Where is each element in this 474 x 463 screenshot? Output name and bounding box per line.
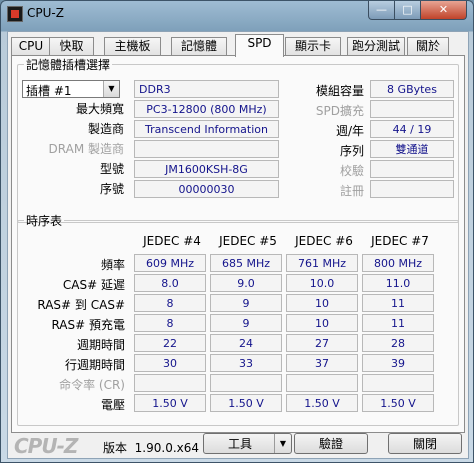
tools-label: 工具: [227, 437, 252, 451]
tab-cpu[interactable]: CPU: [11, 37, 51, 56]
timing-cell: [210, 374, 282, 392]
max-bandwidth-label: 最大頻寬: [75, 102, 124, 116]
timing-row-label: RAS# 到 CAS#: [37, 298, 125, 312]
registered-label: 註冊: [339, 184, 364, 198]
week-year-label: 週/年: [335, 124, 364, 138]
timing-cell: 11: [362, 294, 434, 312]
spd-panel: 記憶體插槽選擇 插槽 #1 ▼ DDR3 最大頻寬 製造商 DRAM 製造商 型…: [11, 55, 465, 433]
jedec-col-header: JEDEC #5: [219, 234, 277, 248]
timing-cell: 8: [134, 294, 206, 312]
tab-mainboard[interactable]: 主機板: [104, 37, 161, 56]
timing-cell: 27: [286, 334, 358, 352]
timing-cell: 28: [362, 334, 434, 352]
serial-number-label: 序號: [99, 182, 124, 196]
minimize-button[interactable]: —: [368, 1, 395, 20]
tab-bench[interactable]: 跑分測試: [347, 37, 405, 56]
version-text: 版本 1.90.0.x64: [103, 439, 199, 456]
timing-cell: 39: [362, 354, 434, 372]
timing-row-label: RAS# 預充電: [51, 318, 125, 332]
close-button[interactable]: 關閉: [388, 433, 462, 454]
dram-manufacturer-value: [134, 140, 279, 158]
timing-cell: 24: [210, 334, 282, 352]
timing-cell: 1.50 V: [362, 394, 434, 412]
timing-cell: 10: [286, 314, 358, 332]
jedec-col-header: JEDEC #4: [143, 234, 201, 248]
part-number-value: JM1600KSH-8G: [134, 160, 279, 178]
cpuz-app-icon: [7, 6, 23, 22]
timings-legend: 時序表: [26, 214, 63, 228]
timing-row-label: 命令率 (CR): [59, 378, 125, 392]
registered-value: [370, 180, 454, 198]
timing-cell: 9.0: [210, 274, 282, 292]
timing-cell: 33: [210, 354, 282, 372]
max-bandwidth-value: PC3-12800 (800 MHz): [134, 100, 279, 118]
part-number-label: 型號: [99, 162, 124, 176]
timing-cell: [134, 374, 206, 392]
version-label: 版本: [103, 441, 128, 455]
timing-cell: [362, 374, 434, 392]
cpuz-window: CPU-Z — □ ✕ CPU 快取 主機板 記憶體 SPD 顯示卡 跑分測試 …: [0, 0, 474, 463]
chevron-down-icon[interactable]: ▼: [103, 81, 119, 97]
week-year-value: 44 / 19: [370, 120, 454, 138]
timing-row-label: 行週期時間: [64, 358, 125, 372]
correction-label: 校驗: [339, 164, 364, 178]
timing-cell: 1.50 V: [286, 394, 358, 412]
timing-row-label: 週期時間: [76, 338, 125, 352]
jedec-col-header: JEDEC #6: [295, 234, 353, 248]
timing-cell: 9: [210, 294, 282, 312]
slot-select[interactable]: 插槽 #1 ▼: [22, 80, 120, 98]
close-window-button[interactable]: ✕: [420, 1, 467, 20]
module-size-value: 8 GBytes: [370, 80, 454, 98]
dram-manufacturer-label: DRAM 製造商: [48, 142, 124, 156]
timing-row-label: 電壓: [100, 398, 125, 412]
slot-select-value: 插槽 #1: [26, 84, 72, 98]
timing-cell: 685 MHz: [210, 254, 282, 272]
module-size-label: 模組容量: [315, 84, 364, 98]
timing-cell: 609 MHz: [134, 254, 206, 272]
manufacturer-label: 製造商: [87, 122, 124, 136]
timing-cell: 22: [134, 334, 206, 352]
window-title: CPU-Z: [27, 6, 64, 20]
maximize-button[interactable]: □: [394, 1, 421, 20]
correction-value: [370, 160, 454, 178]
tab-memory[interactable]: 記憶體: [171, 37, 227, 56]
cpuz-logo: CPU-Z: [14, 434, 78, 458]
ranks-label: 序列: [339, 144, 364, 158]
spd-ext-value: [370, 100, 454, 118]
validate-button[interactable]: 驗證: [294, 433, 368, 454]
spd-ext-label: SPD擴充: [315, 104, 364, 118]
tab-cache[interactable]: 快取: [49, 37, 94, 56]
timing-cell: 10.0: [286, 274, 358, 292]
tools-button[interactable]: 工具 ▼: [203, 433, 292, 454]
timing-cell: 1.50 V: [134, 394, 206, 412]
timing-row-label: 頻率: [100, 258, 125, 272]
serial-number-value: 00000030: [134, 180, 279, 198]
chevron-down-icon[interactable]: ▼: [274, 434, 291, 453]
timing-cell: 761 MHz: [286, 254, 358, 272]
manufacturer-value: Transcend Information: [134, 120, 279, 138]
timing-cell: 30: [134, 354, 206, 372]
timing-cell: 800 MHz: [362, 254, 434, 272]
timing-cell: 10: [286, 294, 358, 312]
bottom-bar: CPU-Z 版本 1.90.0.x64 工具 ▼ 驗證 關閉: [8, 432, 468, 458]
client-area: CPU 快取 主機板 記憶體 SPD 顯示卡 跑分測試 關於 記憶體插槽選擇 插…: [7, 31, 469, 459]
timing-cell: 37: [286, 354, 358, 372]
tab-about[interactable]: 關於: [407, 37, 449, 56]
memory-type-value: DDR3: [134, 80, 279, 98]
slot-selection-legend: 記憶體插槽選擇: [26, 58, 111, 72]
timing-row-label: CAS# 延遲: [62, 278, 125, 292]
title-bar[interactable]: CPU-Z — □ ✕: [1, 1, 473, 27]
tab-spd[interactable]: SPD: [235, 34, 284, 57]
version-value: 1.90.0.x64: [134, 441, 200, 455]
timing-cell: 1.50 V: [210, 394, 282, 412]
tab-graphics[interactable]: 顯示卡: [285, 37, 341, 56]
timing-cell: 8: [134, 314, 206, 332]
timing-cell: 11: [362, 314, 434, 332]
timing-cell: 11.0: [362, 274, 434, 292]
timing-cell: 9: [210, 314, 282, 332]
timing-cell: [286, 374, 358, 392]
jedec-col-header: JEDEC #7: [371, 234, 429, 248]
timing-cell: 8.0: [134, 274, 206, 292]
ranks-value: 雙通道: [370, 140, 454, 158]
